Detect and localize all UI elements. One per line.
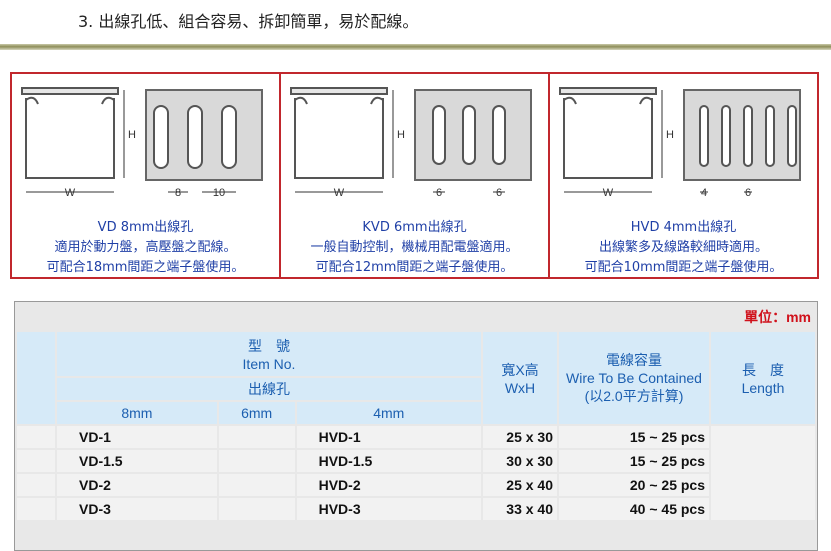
row-blank xyxy=(17,450,55,472)
svg-text:6: 6 xyxy=(745,187,751,199)
header-wh-en: WxH xyxy=(504,380,536,396)
svg-text:6: 6 xyxy=(436,187,442,199)
cell-hvd: HVD-3 xyxy=(296,498,481,520)
header-item-en: Item No. xyxy=(242,356,296,372)
cell-kvd xyxy=(218,474,295,496)
panel-kvd: W H 6 6 KVD 6mm出線孔 一般自動控制，機械用配電盤適用。 可配合1… xyxy=(281,74,550,277)
cell-hvd: HVD-1 xyxy=(296,426,481,448)
cell-wh: 25 x 40 xyxy=(483,474,557,496)
kvd-duct-diagram: W H 6 6 xyxy=(290,87,532,199)
row-blank xyxy=(17,426,55,448)
cell-kvd xyxy=(218,426,295,448)
table-row: VD-3 HVD-3 33 x 40 40 ~ 45 pcs xyxy=(17,498,815,520)
header-item-zh: 型 號 xyxy=(248,338,290,354)
header-wh-zh: 寬X高 xyxy=(501,362,539,378)
cell-hvd: HVD-2 xyxy=(296,474,481,496)
table-row: VD-1 HVD-1 25 x 30 15 ~ 25 pcs xyxy=(17,426,815,520)
section-heading: 3. 出線孔低、組合容易、拆卸簡單，易於配線。 xyxy=(78,12,419,31)
panel-kvd-line1: 一般自動控制，機械用配電盤適用。 xyxy=(310,240,519,255)
svg-text:6: 6 xyxy=(496,187,502,199)
spec-table: 單位：mm 型 號 Item No. 寬X高 WxH 電線容量 Wire To … xyxy=(15,302,817,522)
panel-vd-line1: 適用於動力盤，高壓盤之配線。 xyxy=(54,240,237,255)
panel-vd-caption: VD 8mm出線孔 適用於動力盤，高壓盤之配線。 可配合18mm間距之端子盤使用… xyxy=(12,218,279,278)
header-blank xyxy=(17,332,55,424)
cell-capacity: 40 ~ 45 pcs xyxy=(559,498,709,520)
table-row: VD-1.5 HVD-1.5 30 x 30 15 ~ 25 pcs xyxy=(17,450,815,472)
panel-hvd-caption: HVD 4mm出線孔 出線繁多及線路較細時適用。 可配合10mm間距之端子盤使用… xyxy=(550,218,817,278)
header-wire-zh: 電線容量 xyxy=(606,352,662,368)
svg-text:4: 4 xyxy=(701,187,707,199)
panel-vd-line2: 可配合18mm間距之端子盤使用。 xyxy=(46,260,245,275)
svg-text:W: W xyxy=(334,187,345,199)
cell-capacity: 15 ~ 25 pcs xyxy=(559,426,709,448)
cell-vd: VD-1 xyxy=(57,426,217,448)
cell-wh: 33 x 40 xyxy=(483,498,557,520)
vd-duct-diagram xyxy=(21,87,263,193)
cell-vd: VD-1.5 xyxy=(57,450,217,472)
panel-kvd-title: KVD 6mm出線孔 xyxy=(362,220,467,235)
panel-vd: W H 8 10 VD 8mm出線孔 適用於動力盤，高壓盤之配線。 可配合18m… xyxy=(12,74,281,277)
header-wire: 電線容量 Wire To Be Contained (以2.0平方計算) xyxy=(559,332,709,424)
cell-capacity: 15 ~ 25 pcs xyxy=(559,450,709,472)
header-wire-en: Wire To Be Contained xyxy=(566,370,702,386)
cell-wh: 25 x 30 xyxy=(483,426,557,448)
cell-kvd xyxy=(218,450,295,472)
hvd-duct-diagram: W H 4 6 xyxy=(559,87,801,199)
header-wh: 寬X高 WxH xyxy=(483,332,557,424)
unit-label: 單位：mm xyxy=(17,304,815,330)
cell-capacity: 20 ~ 25 pcs xyxy=(559,474,709,496)
cell-wh: 30 x 30 xyxy=(483,450,557,472)
cell-vd: VD-2 xyxy=(57,474,217,496)
panel-hvd-line1: 出線繁多及線路較細時適用。 xyxy=(598,240,768,255)
row-blank xyxy=(17,474,55,496)
header-6mm: 6mm xyxy=(218,402,295,424)
cell-vd: VD-3 xyxy=(57,498,217,520)
svg-text:W: W xyxy=(603,187,614,199)
panel-vd-title: VD 8mm出線孔 xyxy=(97,220,194,235)
row-blank xyxy=(17,498,55,520)
cell-hvd: HVD-1.5 xyxy=(296,450,481,472)
panel-hvd-title: HVD 4mm出線孔 xyxy=(630,220,737,235)
spec-table-container: 單位：mm 型 號 Item No. 寬X高 WxH 電線容量 Wire To … xyxy=(14,301,818,551)
header-8mm: 8mm xyxy=(57,402,217,424)
decorative-divider xyxy=(0,44,831,50)
header-wire-note: (以2.0平方計算) xyxy=(584,388,684,404)
svg-text:H: H xyxy=(666,129,674,141)
panel-kvd-caption: KVD 6mm出線孔 一般自動控制，機械用配電盤適用。 可配合12mm間距之端子… xyxy=(281,218,548,278)
cell-kvd xyxy=(218,498,295,520)
table-row: VD-2 HVD-2 25 x 40 20 ~ 25 pcs xyxy=(17,474,815,496)
header-length: 長 度 Length xyxy=(711,332,815,424)
panel-hvd-line2: 可配合10mm間距之端子盤使用。 xyxy=(584,260,783,275)
panel-hvd: W H 4 6 HVD 4mm出線孔 出線繁多及線路較細時適用。 可配合10mm… xyxy=(550,74,817,277)
cell-length xyxy=(711,426,815,520)
svg-text:H: H xyxy=(397,129,405,141)
panel-kvd-line2: 可配合12mm間距之端子盤使用。 xyxy=(315,260,514,275)
header-4mm: 4mm xyxy=(296,402,481,424)
duct-types-panel: W H 8 10 VD 8mm出線孔 適用於動力盤，高壓盤之配線。 可配合18m… xyxy=(10,72,819,279)
header-hole: 出線孔 xyxy=(57,378,481,400)
header-length-en: Length xyxy=(741,380,785,396)
header-item: 型 號 Item No. xyxy=(57,332,481,376)
header-length-zh: 長 度 xyxy=(742,362,784,378)
